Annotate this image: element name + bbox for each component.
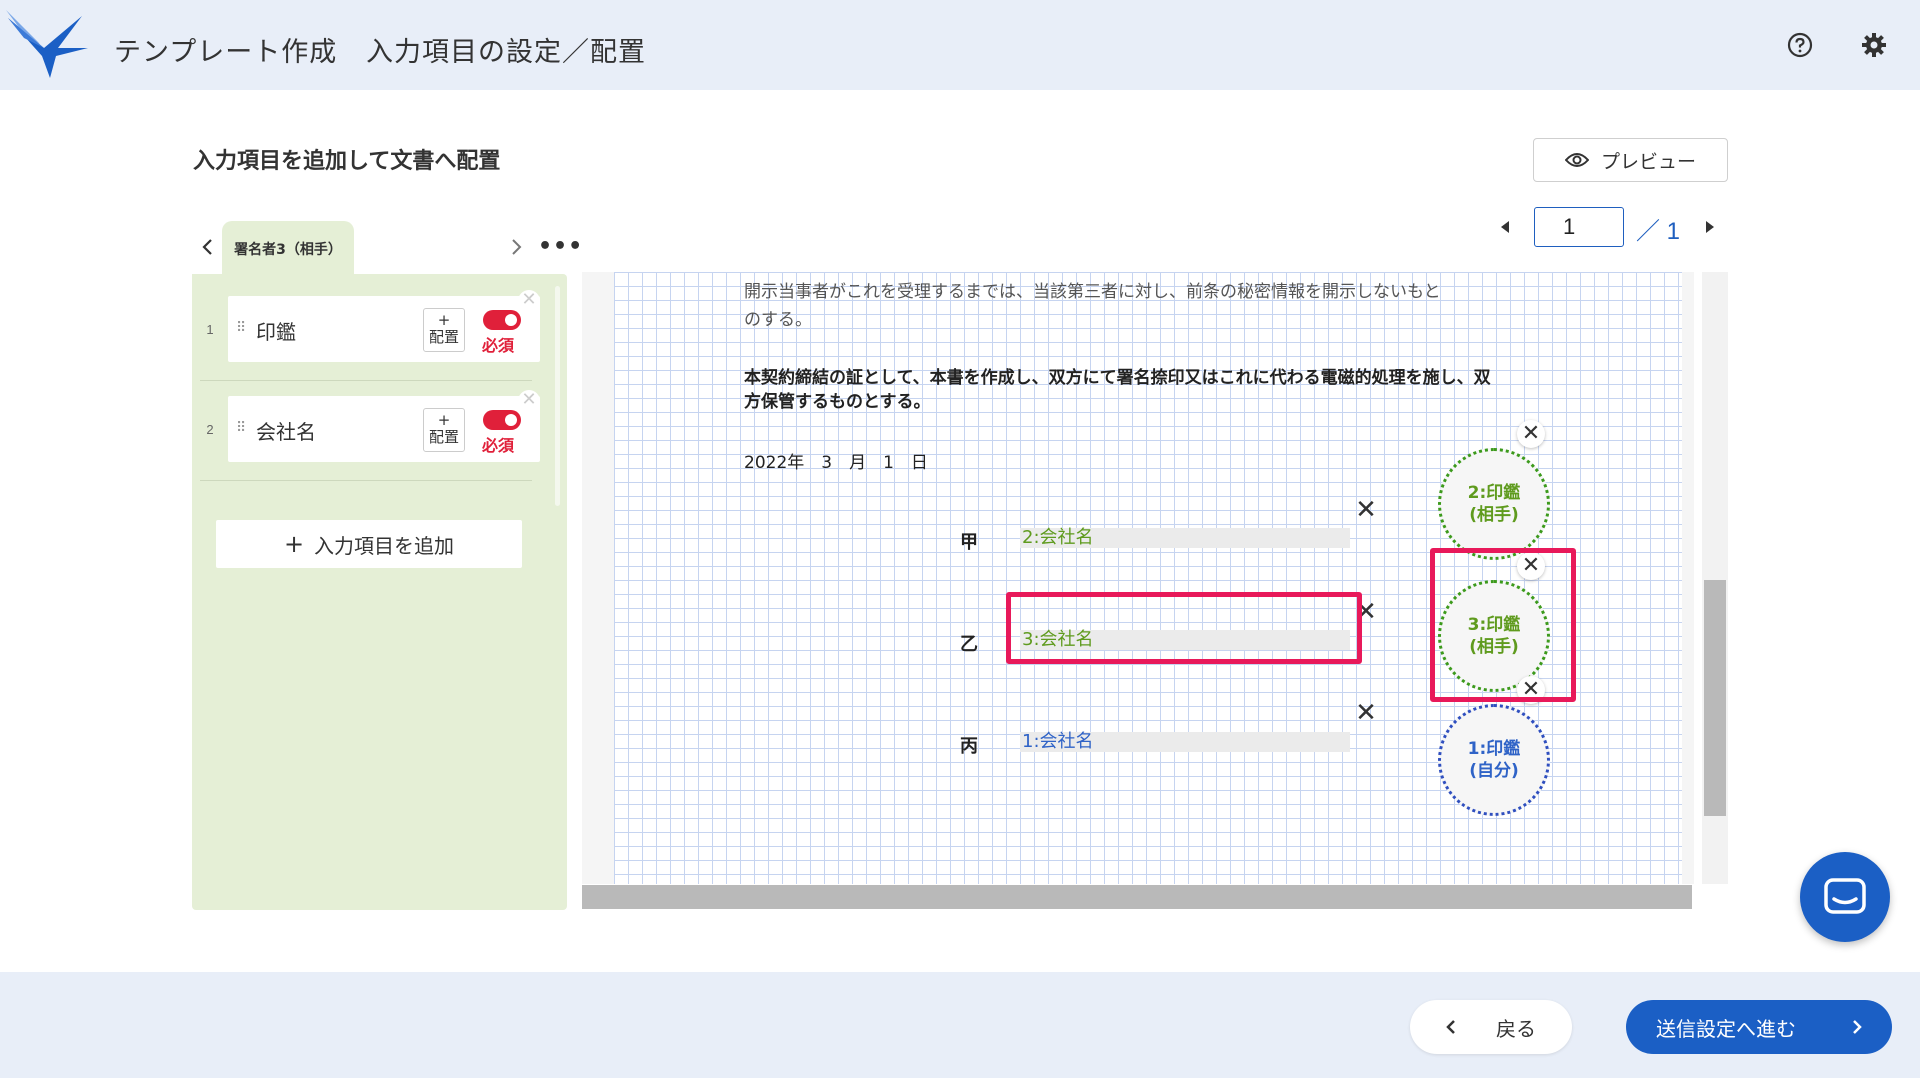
company-name-field-2[interactable]: 2:会社名 (1020, 528, 1350, 548)
page-total: ／ 1 (1636, 218, 1681, 245)
doc-text-line: 開示当事者がこれを受理するまでは、当該第三者に対し、前条の秘密情報を開示しないも… (744, 282, 1441, 302)
seal-stamp-2[interactable]: 2:印鑑 (相手) (1438, 448, 1550, 560)
section-heading: 入力項目を追加して文書へ配置 (193, 149, 501, 174)
back-label: 戻る (1496, 1016, 1536, 1041)
panel-scrollbar[interactable] (555, 286, 560, 506)
doc-date: 2022年 3 月 1 日 (744, 453, 928, 473)
chat-icon (1824, 878, 1866, 914)
item-label: 印鑑 (256, 320, 296, 344)
stamp-label: 2:印鑑 (1467, 483, 1521, 503)
required-label: 必須 (482, 336, 515, 355)
vertical-scrollbar-thumb[interactable] (1704, 580, 1726, 816)
app-header: テンプレート作成 入力項目の設定／配置 (0, 0, 1920, 90)
tab-next-icon[interactable] (506, 236, 528, 258)
close-icon[interactable]: ✕ (1354, 700, 1378, 726)
item-card[interactable]: ⠿ 印鑑 + 配置 必須 (228, 296, 540, 362)
divider (200, 380, 532, 381)
more-options-icon[interactable]: ••• (538, 234, 583, 259)
close-icon[interactable]: ✕ (1517, 420, 1545, 448)
company-name-field-3[interactable]: 3:会社名 (1020, 630, 1350, 650)
party-label-kou: 甲 (960, 532, 978, 553)
highlight-box (1006, 592, 1362, 664)
eye-icon (1564, 153, 1589, 167)
doc-margin (1682, 272, 1694, 884)
close-icon[interactable]: ✕ (1354, 497, 1378, 523)
party-label-hei: 丙 (960, 736, 978, 757)
place-button[interactable]: + 配置 (423, 308, 465, 352)
page-prev-icon[interactable] (1496, 217, 1516, 237)
next-label: 送信設定へ進む (1656, 1016, 1796, 1041)
doc-text-line: のする。 (744, 310, 812, 330)
item-number: 1 (206, 322, 214, 337)
list-item: 1 ⠿ 印鑑 + 配置 必須 ✕ (200, 290, 540, 366)
doc-margin (582, 272, 614, 884)
required-label: 必須 (482, 436, 515, 455)
stamp-role: (自分) (1469, 761, 1519, 781)
place-button[interactable]: + 配置 (423, 408, 465, 452)
stamp-label: 3:印鑑 (1467, 615, 1521, 635)
gear-icon[interactable] (1857, 28, 1891, 62)
required-toggle[interactable] (483, 310, 521, 330)
close-icon[interactable]: ✕ (1517, 676, 1545, 704)
input-items-panel: 1 ⠿ 印鑑 + 配置 必須 ✕ 2 ⠿ 会社名 + 配置 必須 ✕ + 入力項目を… (192, 274, 567, 910)
party-label-otsu: 乙 (960, 634, 978, 655)
company-name-field-1[interactable]: 1:会社名 (1020, 732, 1350, 752)
item-label: 会社名 (256, 420, 316, 444)
stamp-label: 1:印鑑 (1467, 739, 1521, 759)
preview-button[interactable]: プレビュー (1533, 138, 1728, 182)
item-card[interactable]: ⠿ 会社名 + 配置 必須 (228, 396, 540, 462)
help-icon[interactable] (1783, 28, 1817, 62)
drag-handle-icon[interactable]: ⠿ (236, 420, 246, 436)
chevron-left-icon (1446, 1020, 1455, 1034)
back-button[interactable]: 戻る (1410, 1000, 1572, 1054)
drag-handle-icon[interactable]: ⠿ (236, 320, 246, 336)
required-toggle[interactable] (483, 410, 521, 430)
add-input-item-button[interactable]: + 入力項目を追加 (216, 520, 522, 568)
tab-prev-icon[interactable] (196, 236, 218, 258)
item-number: 2 (206, 422, 214, 437)
bird-logo-icon[interactable] (4, 8, 88, 80)
page-number-input[interactable] (1534, 207, 1624, 247)
horizontal-scrollbar[interactable] (582, 885, 1692, 909)
stamp-role: (相手) (1469, 637, 1519, 657)
chat-support-button[interactable] (1800, 852, 1890, 942)
add-item-label: 入力項目を追加 (314, 533, 455, 558)
seal-stamp-1[interactable]: 1:印鑑 (自分) (1438, 704, 1550, 816)
page-next-icon[interactable] (1699, 217, 1719, 237)
document-page: 開示当事者がこれを受理するまでは、当該第三者に対し、前条の秘密情報を開示しないも… (614, 272, 1682, 884)
close-icon[interactable]: ✕ (1517, 552, 1545, 580)
doc-text-line: 方保管するものとする。 (744, 392, 931, 412)
page-title: テンプレート作成 (114, 37, 338, 68)
tab-signer-3[interactable]: 署名者3（相手） (222, 221, 354, 277)
chevron-right-icon (1853, 1020, 1862, 1034)
plus-icon: + (283, 530, 305, 558)
page-subtitle: 入力項目の設定／配置 (366, 37, 646, 68)
stamp-role: (相手) (1469, 505, 1519, 525)
remove-item-icon[interactable]: ✕ (518, 390, 540, 412)
close-icon[interactable]: ✕ (1354, 599, 1378, 625)
divider (200, 480, 532, 481)
document-viewer: 開示当事者がこれを受理するまでは、当該第三者に対し、前条の秘密情報を開示しないも… (582, 272, 1728, 884)
preview-label: プレビュー (1600, 150, 1696, 173)
list-item: 2 ⠿ 会社名 + 配置 必須 ✕ (200, 390, 540, 466)
proceed-to-send-settings-button[interactable]: 送信設定へ進む (1626, 1000, 1892, 1054)
remove-item-icon[interactable]: ✕ (518, 290, 540, 312)
